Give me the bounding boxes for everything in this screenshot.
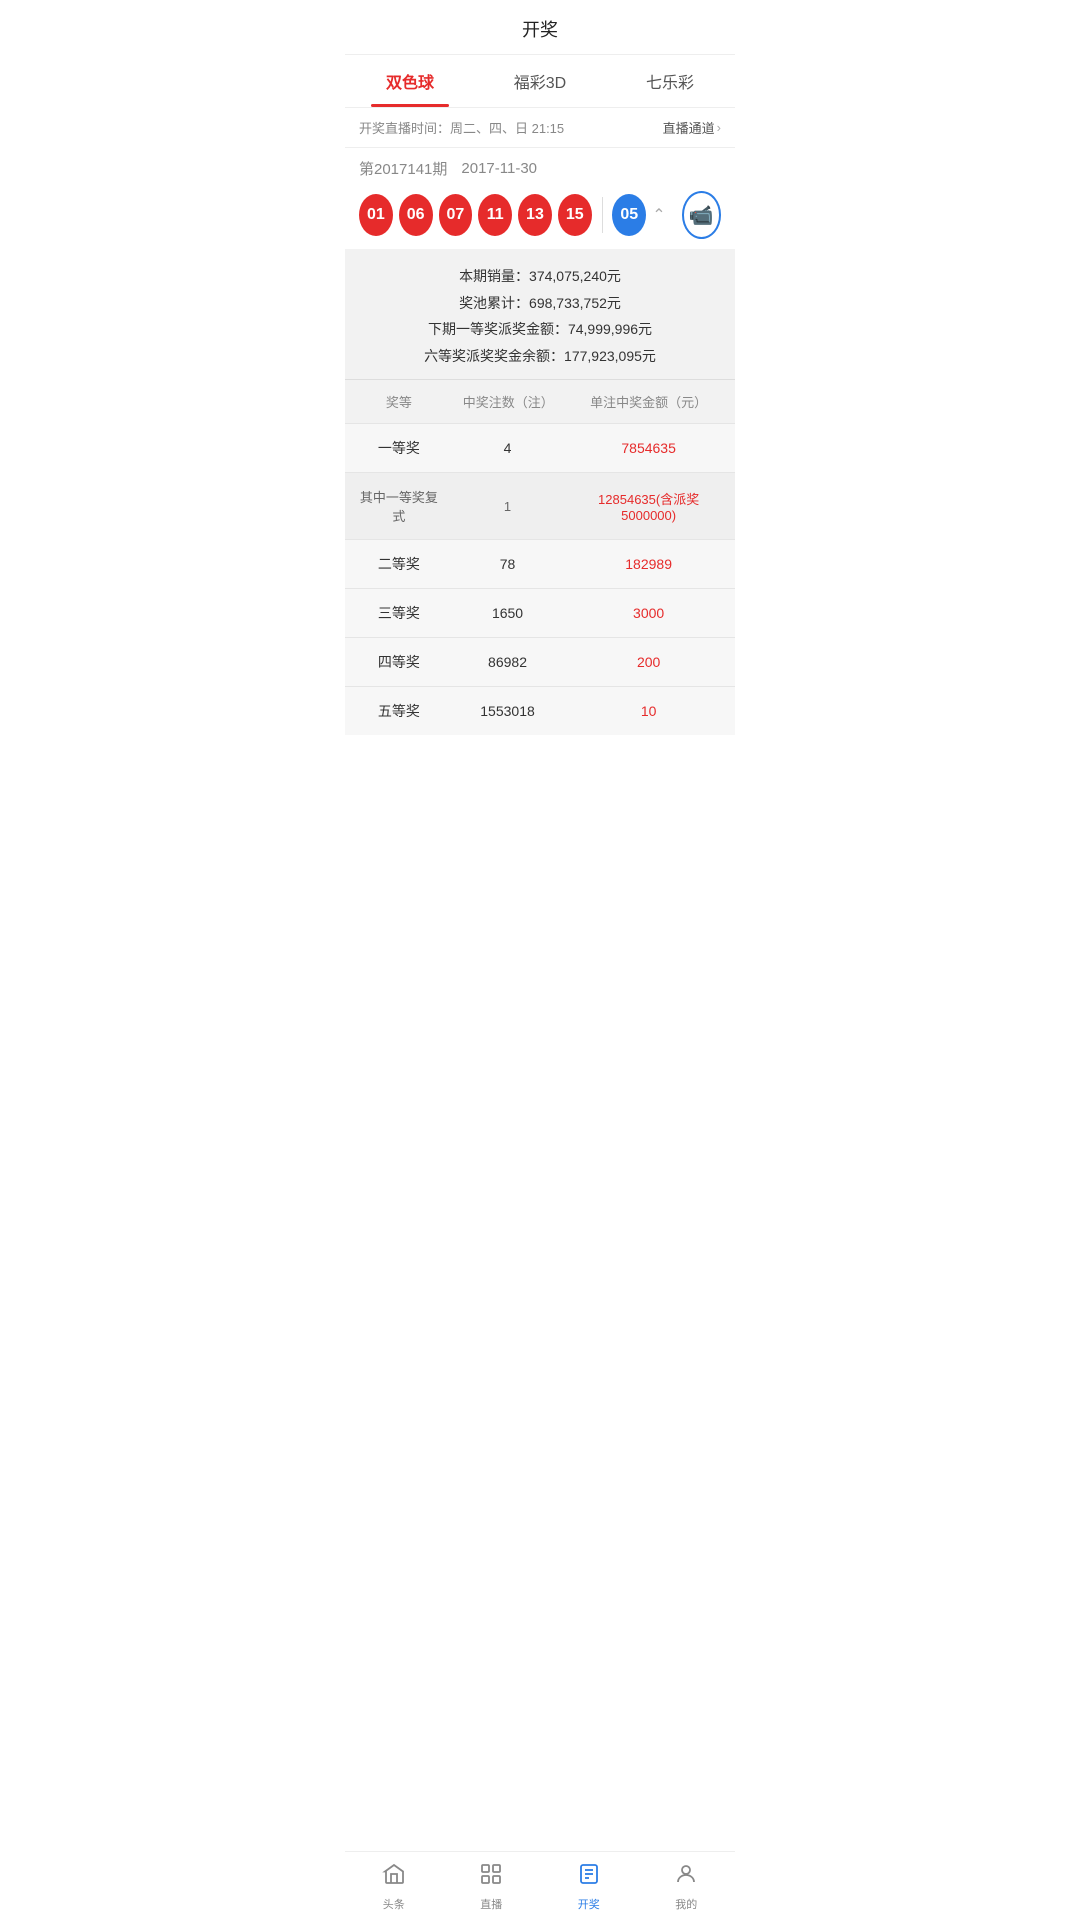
prize-amount-1: 7854635 bbox=[562, 424, 735, 473]
ball-red-6: 15 bbox=[558, 194, 592, 236]
ball-separator bbox=[602, 197, 603, 233]
tab-qilecai[interactable]: 七乐彩 bbox=[605, 55, 735, 107]
sales-line1: 本期销量：374,075,240元 bbox=[345, 263, 735, 290]
tab-bar: 双色球 福彩3D 七乐彩 bbox=[345, 55, 735, 108]
video-button[interactable]: 📹 bbox=[682, 191, 721, 239]
page-title: 开奖 bbox=[345, 0, 735, 55]
table-row: 一等奖 4 7854635 bbox=[345, 424, 735, 473]
nav-label-live: 直播 bbox=[480, 1896, 502, 1912]
table-row: 二等奖 78 182989 bbox=[345, 540, 735, 589]
prize-count-sub: 1 bbox=[453, 473, 562, 540]
nav-label-lottery: 开奖 bbox=[578, 1896, 600, 1912]
issue-row: 第2017141期 2017-11-30 bbox=[345, 148, 735, 185]
nav-label-headlines: 头条 bbox=[383, 1896, 405, 1912]
prize-name-2: 二等奖 bbox=[345, 540, 453, 589]
collapse-arrow-icon[interactable]: ⌃ bbox=[652, 205, 665, 225]
person-icon bbox=[674, 1862, 698, 1892]
live-bar: 开奖直播时间：周二、四、日 21:15 直播通道 › bbox=[345, 108, 735, 148]
issue-date: 2017-11-30 bbox=[461, 160, 537, 177]
issue-number: 第2017141期 bbox=[359, 158, 447, 179]
prize-name-5: 五等奖 bbox=[345, 687, 453, 736]
sales-line2: 奖池累计：698,733,752元 bbox=[345, 290, 735, 317]
ball-red-5: 13 bbox=[518, 194, 552, 236]
prize-count-5: 1553018 bbox=[453, 687, 562, 736]
ball-red-1: 01 bbox=[359, 194, 393, 236]
live-channel-link[interactable]: 直播通道 › bbox=[663, 118, 721, 137]
nav-item-mine[interactable]: 我的 bbox=[638, 1852, 736, 1920]
prize-amount-5: 10 bbox=[562, 687, 735, 736]
prize-count-1: 4 bbox=[453, 424, 562, 473]
prize-name-1: 一等奖 bbox=[345, 424, 453, 473]
prize-amount-sub: 12854635(含派奖5000000) bbox=[562, 473, 735, 540]
balls-container: 01 06 07 11 13 15 05 ⌃ 📹 bbox=[345, 185, 735, 249]
broadcast-time-label: 开奖直播时间：周二、四、日 21:15 bbox=[359, 118, 564, 137]
ball-red-3: 07 bbox=[439, 194, 473, 236]
ball-red-2: 06 bbox=[399, 194, 433, 236]
prize-name-3: 三等奖 bbox=[345, 589, 453, 638]
ball-red-4: 11 bbox=[478, 194, 512, 236]
prize-count-4: 86982 bbox=[453, 638, 562, 687]
prize-table: 奖等 中奖注数（注） 单注中奖金额（元） 一等奖 4 7854635 其中一等奖… bbox=[345, 380, 735, 735]
sales-summary: 本期销量：374,075,240元 奖池累计：698,733,752元 下期一等… bbox=[345, 249, 735, 380]
sales-line4: 六等奖派奖奖金余额：177,923,095元 bbox=[345, 343, 735, 370]
tab-shuangseqiu[interactable]: 双色球 bbox=[345, 55, 475, 107]
prize-name-4: 四等奖 bbox=[345, 638, 453, 687]
col-header-count: 中奖注数（注） bbox=[453, 380, 562, 424]
prize-name-sub: 其中一等奖复式 bbox=[345, 473, 453, 540]
col-header-prize: 奖等 bbox=[345, 380, 453, 424]
prize-count-3: 1650 bbox=[453, 589, 562, 638]
table-row: 三等奖 1650 3000 bbox=[345, 589, 735, 638]
table-row: 四等奖 86982 200 bbox=[345, 638, 735, 687]
bottom-nav: 头条 直播 开奖 bbox=[345, 1851, 735, 1920]
prize-count-2: 78 bbox=[453, 540, 562, 589]
sales-line3: 下期一等奖派奖金额：74,999,996元 bbox=[345, 316, 735, 343]
tab-fucai3d[interactable]: 福彩3D bbox=[475, 55, 605, 107]
chevron-right-icon: › bbox=[717, 120, 721, 135]
nav-label-mine: 我的 bbox=[675, 1896, 697, 1912]
lottery-icon bbox=[577, 1862, 601, 1892]
home-icon bbox=[382, 1862, 406, 1892]
nav-item-live[interactable]: 直播 bbox=[443, 1852, 541, 1920]
nav-item-headlines[interactable]: 头条 bbox=[345, 1852, 443, 1920]
col-header-amount: 单注中奖金额（元） bbox=[562, 380, 735, 424]
table-header-row: 奖等 中奖注数（注） 单注中奖金额（元） bbox=[345, 380, 735, 424]
live-channel-label: 直播通道 bbox=[663, 118, 715, 137]
ball-blue-1: 05 bbox=[612, 194, 646, 236]
prize-amount-2: 182989 bbox=[562, 540, 735, 589]
table-row-sub: 其中一等奖复式 1 12854635(含派奖5000000) bbox=[345, 473, 735, 540]
detail-panel: 本期销量：374,075,240元 奖池累计：698,733,752元 下期一等… bbox=[345, 249, 735, 735]
table-row: 五等奖 1553018 10 bbox=[345, 687, 735, 736]
prize-amount-3: 3000 bbox=[562, 589, 735, 638]
live-icon bbox=[479, 1862, 503, 1892]
prize-amount-4: 200 bbox=[562, 638, 735, 687]
video-camera-icon: 📹 bbox=[689, 203, 714, 228]
nav-item-lottery[interactable]: 开奖 bbox=[540, 1852, 638, 1920]
